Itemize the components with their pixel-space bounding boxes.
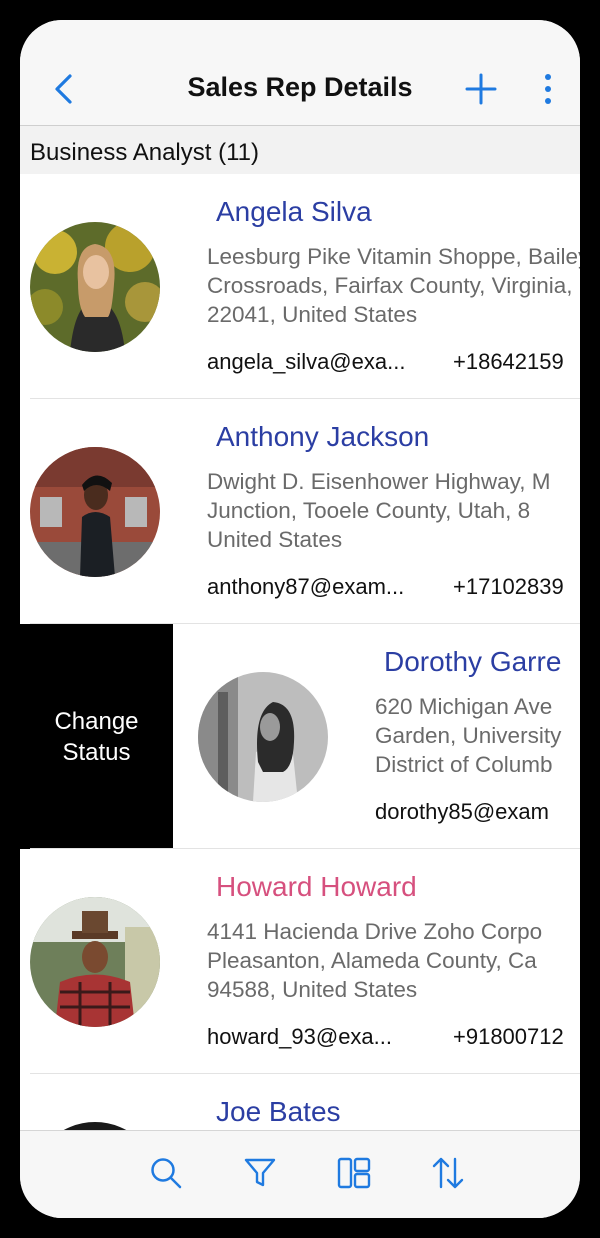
bottom-toolbar	[20, 1130, 580, 1218]
avatar	[198, 672, 328, 802]
sort-icon[interactable]	[430, 1155, 466, 1191]
rep-email[interactable]: howard_93@exa...	[207, 1024, 392, 1050]
device-frame: Sales Rep Details Business Analyst (11)	[0, 0, 600, 1238]
list-item[interactable]: Anthony Jackson Dwight D. Eisenhower Hig…	[20, 399, 580, 624]
avatar	[30, 222, 160, 352]
avatar	[30, 1122, 160, 1130]
list-item-content: Howard Howard 4141 Hacienda Drive Zoho C…	[20, 849, 580, 1074]
app-screen: Sales Rep Details Business Analyst (11)	[20, 20, 580, 1218]
rep-name[interactable]: Dorothy Garre	[384, 646, 561, 678]
rep-phone[interactable]: +17102839	[453, 574, 564, 600]
rep-address: 620 Michigan Ave Garden, University Dist…	[375, 694, 562, 777]
rep-phone[interactable]: +91800712	[453, 1024, 564, 1050]
list-item-content: Joe Bates	[20, 1074, 580, 1130]
rep-name[interactable]: Joe Bates	[216, 1096, 341, 1128]
rep-email[interactable]: dorothy85@exam	[375, 799, 549, 825]
avatar	[30, 897, 160, 1027]
filter-icon[interactable]	[242, 1155, 278, 1191]
list-item[interactable]: Angela Silva Leesburg Pike Vitamin Shopp…	[20, 174, 580, 399]
list-item[interactable]: Howard Howard 4141 Hacienda Drive Zoho C…	[20, 849, 580, 1074]
layout-icon[interactable]	[336, 1155, 372, 1191]
rep-address: 4141 Hacienda Drive Zoho Corpo Pleasanto…	[207, 919, 543, 1002]
list-item[interactable]: Change Status Dorothy Garre 620 Michigan…	[20, 624, 580, 849]
list-item-content: Angela Silva Leesburg Pike Vitamin Shopp…	[20, 174, 580, 399]
add-icon[interactable]	[464, 72, 498, 106]
rep-name[interactable]: Anthony Jackson	[216, 421, 429, 453]
rep-address: Dwight D. Eisenhower Highway, M Junction…	[207, 469, 551, 552]
change-status-button[interactable]: Change Status	[20, 624, 173, 849]
more-options-icon[interactable]	[538, 72, 558, 106]
rep-address: Leesburg Pike Vitamin Shoppe, Bailey's C…	[207, 244, 580, 327]
search-icon[interactable]	[148, 1155, 184, 1191]
section-title: Business Analyst (11)	[30, 139, 259, 166]
rep-phone[interactable]: +18642159	[453, 349, 564, 375]
rep-email[interactable]: angela_silva@exa...	[207, 349, 405, 375]
rep-name[interactable]: Angela Silva	[216, 196, 372, 228]
section-header: Business Analyst (11)	[20, 126, 580, 174]
list-item-content: Anthony Jackson Dwight D. Eisenhower Hig…	[20, 399, 580, 624]
sales-rep-list: Angela Silva Leesburg Pike Vitamin Shopp…	[20, 174, 580, 1130]
list-item-content: Dorothy Garre 620 Michigan Ave Garden, U…	[188, 624, 580, 849]
navigation-bar: Sales Rep Details	[20, 20, 580, 126]
rep-email[interactable]: anthony87@exam...	[207, 574, 404, 600]
rep-name[interactable]: Howard Howard	[216, 871, 417, 903]
avatar	[30, 447, 160, 577]
list-item[interactable]: Joe Bates	[20, 1074, 580, 1130]
